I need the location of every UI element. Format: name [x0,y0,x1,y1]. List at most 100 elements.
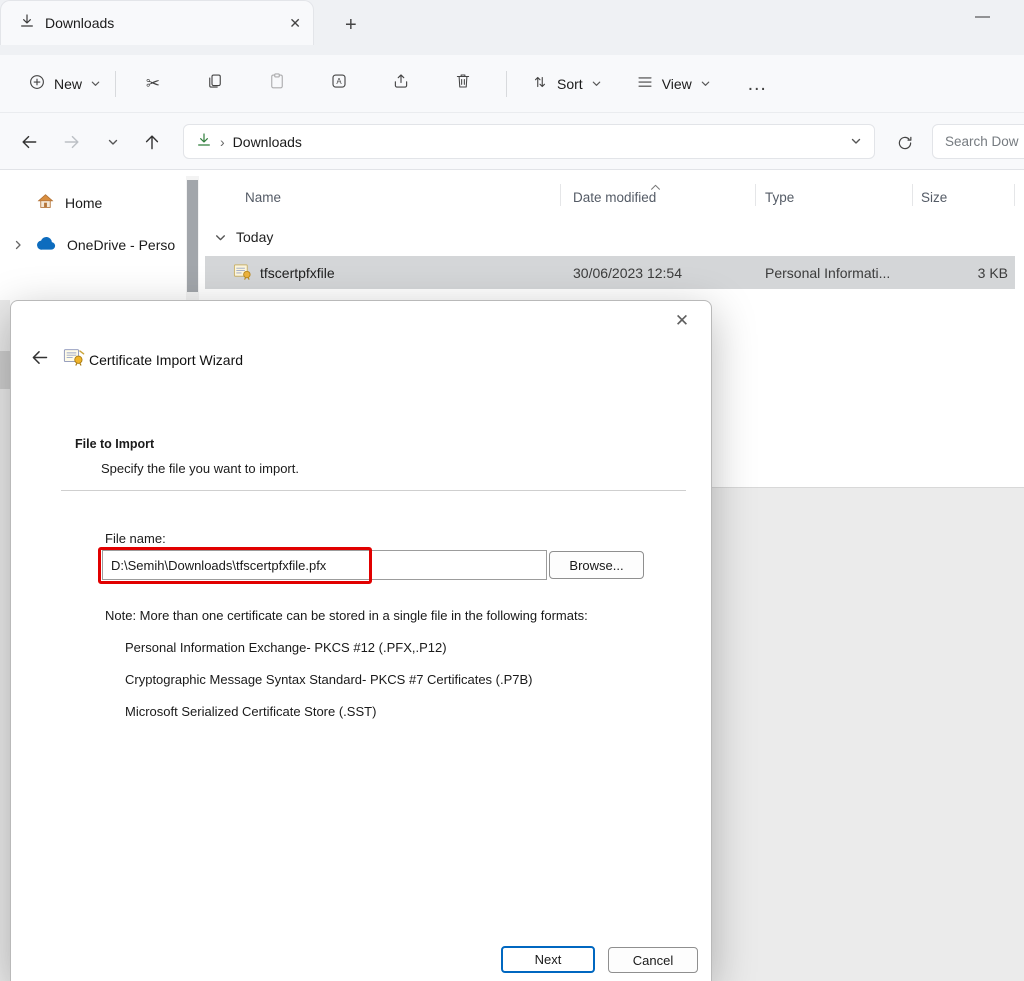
svg-text:A: A [336,77,342,86]
forward-arrow-icon [62,132,82,152]
scrollbar-thumb[interactable] [187,180,198,292]
toolbar-divider [115,71,116,97]
note-text: Note: More than one certificate can be s… [105,608,588,623]
browse-button[interactable]: Browse... [549,551,644,579]
sort-button[interactable]: Sort [521,65,612,102]
breadcrumb-chevron-icon: › [220,134,225,150]
explorer-tab[interactable]: Downloads ✕ [0,0,314,45]
group-label-today[interactable]: Today [236,229,273,245]
wizard-back-button[interactable] [29,347,50,371]
divider [61,490,686,491]
certificate-wizard-icon [63,346,85,371]
chevron-down-icon [107,136,119,148]
rename-icon: A [330,72,348,95]
view-button[interactable]: View [626,65,721,102]
file-name-label: File name: [105,531,166,546]
delete-button[interactable] [440,65,486,103]
chevron-down-icon [90,76,101,92]
format-item: Microsoft Serialized Certificate Store (… [125,704,376,719]
minimize-icon[interactable]: — [975,8,990,25]
view-icon [636,73,654,94]
copy-icon [206,72,224,95]
onedrive-cloud-icon [34,236,57,254]
column-separator[interactable] [755,184,756,206]
ellipsis-icon: … [747,79,767,89]
sidebar-item-label: Home [65,195,102,211]
section-subtitle: Specify the file you want to import. [101,461,299,476]
column-header-name[interactable]: Name [245,190,281,205]
file-name-input[interactable] [102,550,547,580]
cut-button[interactable]: ✂ [130,65,176,103]
tab-close-icon[interactable]: ✕ [289,15,301,32]
sort-icon [531,73,549,94]
section-heading: File to Import [75,437,154,451]
share-icon [392,72,410,95]
new-label: New [54,76,82,92]
sidebar-item-onedrive[interactable]: OneDrive - Perso [34,229,184,261]
desktop-background [0,300,10,981]
address-bar[interactable]: › Downloads [183,124,875,159]
address-dropdown-icon[interactable] [850,134,862,150]
back-button[interactable] [12,130,46,154]
column-header-date-modified[interactable]: Date modified [573,190,656,205]
paste-button[interactable] [254,65,300,103]
dialog-close-icon[interactable]: ✕ [667,308,697,334]
sidebar-item-label: OneDrive - Perso [67,237,175,253]
new-tab-icon[interactable]: + [345,14,357,37]
paste-icon [268,72,286,95]
certificate-file-icon [233,262,252,286]
downloads-icon [19,13,35,34]
address-row: › Downloads Search Dow [0,113,1024,170]
back-arrow-icon [29,347,50,368]
copy-button[interactable] [192,65,238,103]
column-separator[interactable] [1014,184,1015,206]
refresh-button[interactable] [888,131,922,155]
home-icon [36,192,55,214]
sidebar-item-home[interactable]: Home [36,187,102,219]
back-arrow-icon [19,132,39,152]
toolbar-divider [506,71,507,97]
chevron-down-icon [591,76,602,92]
tab-title: Downloads [45,15,279,31]
chevron-right-icon [12,239,24,251]
rename-button[interactable]: A [316,65,362,103]
cancel-button[interactable]: Cancel [608,947,698,973]
background-window-fragment [0,351,10,389]
more-options-button[interactable]: … [737,71,777,97]
breadcrumb[interactable]: Downloads [233,134,302,150]
desktop-background [712,487,1024,981]
refresh-icon [896,134,914,152]
column-separator[interactable] [560,184,561,206]
new-button[interactable]: New [18,65,111,102]
downloads-icon [196,132,212,151]
file-size: 3 KB [938,265,1008,281]
column-header-type[interactable]: Type [765,190,794,205]
sort-label: Sort [557,76,583,92]
next-button[interactable]: Next [501,946,595,973]
up-arrow-icon [142,132,162,152]
forward-button[interactable] [55,130,89,154]
file-type: Personal Informati... [765,265,907,281]
column-separator[interactable] [912,184,913,206]
chevron-down-icon [700,76,711,92]
search-input[interactable]: Search Dow [932,124,1024,159]
file-date-modified: 30/06/2023 12:54 [573,265,682,281]
column-header-size[interactable]: Size [921,190,947,205]
share-button[interactable] [378,65,424,103]
trash-icon [454,72,472,95]
cut-icon: ✂ [146,74,160,94]
new-icon [28,73,46,94]
search-placeholder: Search Dow [945,134,1019,149]
onedrive-expander[interactable] [12,238,24,256]
wizard-title: Certificate Import Wizard [89,352,243,368]
recent-locations-button[interactable] [96,130,130,154]
format-item: Cryptographic Message Syntax Standard- P… [125,672,533,687]
format-item: Personal Information Exchange- PKCS #12 … [125,640,447,655]
group-collapse-icon[interactable] [214,231,227,249]
view-label: View [662,76,692,92]
up-button[interactable] [135,130,169,154]
command-toolbar: New ✂ A Sort [0,55,1024,113]
titlebar: Downloads ✕ + — [0,0,1024,55]
file-name[interactable]: tfscertpfxfile [260,265,335,281]
certificate-import-wizard-dialog: ✕ Certificate Import Wizard File to Impo… [10,300,712,981]
